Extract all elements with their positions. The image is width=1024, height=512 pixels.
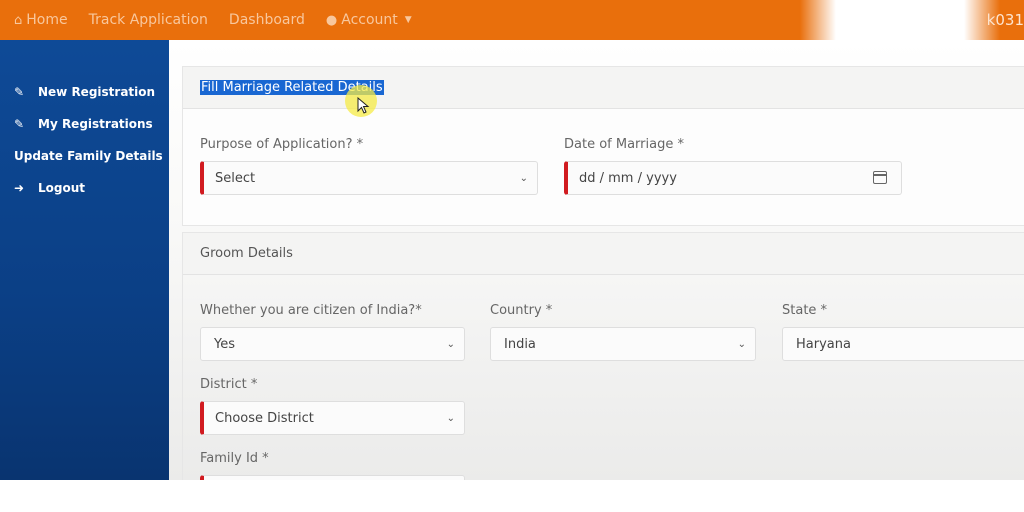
user-icon: ● [325,12,338,28]
groom-card-title: Groom Details [200,246,293,261]
sidebar-item-logout[interactable]: ➜ Logout [14,181,85,195]
sidebar: ✎ New Registration ✎ My Registrations Up… [0,40,169,480]
nav-track-application[interactable]: Track Application [89,12,208,28]
date-of-marriage-label: Date of Marriage * [564,137,684,152]
sidebar-item-update-family-details[interactable]: Update Family Details [14,149,163,163]
state-value: Haryana [796,336,851,352]
redacted-area [800,0,1000,40]
edit-icon: ✎ [14,85,25,99]
country-select[interactable]: India ⌄ [490,327,756,361]
nav-account-dropdown[interactable]: ● Account ▼ [326,12,412,28]
marriage-details-card: Fill Marriage Related Details Purpose of… [182,66,1024,226]
citizen-label: Whether you are citizen of India?* [200,303,422,318]
family-id-label: Family Id * [200,451,269,466]
user-id-text: k031 [986,11,1024,29]
nav-home[interactable]: ⌂ Home [14,12,68,28]
groom-card-header: Groom Details [183,233,1024,275]
calendar-icon[interactable] [873,171,887,184]
chevron-down-icon: ⌄ [446,412,455,424]
nav-home-label: Home [26,12,68,28]
state-select[interactable]: Haryana [782,327,1024,361]
purpose-value: Select [215,170,256,186]
nav-account-label: Account [341,12,398,28]
family-id-input[interactable] [200,475,465,480]
sidebar-item-label: New Registration [38,85,156,99]
mouse-pointer-icon [357,97,370,114]
main-content: Fill Marriage Related Details Purpose of… [169,40,1024,480]
purpose-label: Purpose of Application? * [200,137,364,152]
marriage-card-header: Fill Marriage Related Details [183,67,1024,109]
district-select[interactable]: Choose District ⌄ [200,401,465,435]
sidebar-item-new-registration[interactable]: ✎ New Registration [14,85,155,99]
home-icon: ⌂ [14,12,23,28]
logout-icon: ➜ [14,181,25,195]
date-of-marriage-input[interactable]: dd / mm / yyyy [564,161,902,195]
state-label: State * [782,303,828,318]
nav-track-application-label: Track Application [88,12,208,28]
citizen-value: Yes [214,336,235,352]
nav-dashboard[interactable]: Dashboard [229,12,305,28]
main-nav: ⌂ Home Track Application Dashboard ● Acc… [14,0,433,40]
district-value: Choose District [215,410,314,426]
sidebar-item-label: My Registrations [38,117,153,131]
sidebar-item-label: Update Family Details [14,149,163,163]
sidebar-item-label: Logout [38,181,86,195]
country-label: Country * [490,303,553,318]
top-navbar: ⌂ Home Track Application Dashboard ● Acc… [0,0,1024,40]
chevron-down-icon: ⌄ [737,338,746,350]
chevron-down-icon: ⌄ [446,338,455,350]
district-label: District * [200,377,258,392]
purpose-select[interactable]: Select ⌄ [200,161,538,195]
chevron-down-icon: ⌄ [519,172,528,184]
date-placeholder: dd / mm / yyyy [579,170,677,186]
groom-details-card: Groom Details Whether you are citizen of… [182,232,1024,480]
citizen-select[interactable]: Yes ⌄ [200,327,465,361]
nav-dashboard-label: Dashboard [228,12,305,28]
caret-down-icon: ▼ [404,15,412,25]
app-viewport: ⌂ Home Track Application Dashboard ● Acc… [0,0,1024,480]
sidebar-item-my-registrations[interactable]: ✎ My Registrations [14,117,153,131]
country-value: India [504,336,536,352]
edit-icon: ✎ [14,117,25,131]
